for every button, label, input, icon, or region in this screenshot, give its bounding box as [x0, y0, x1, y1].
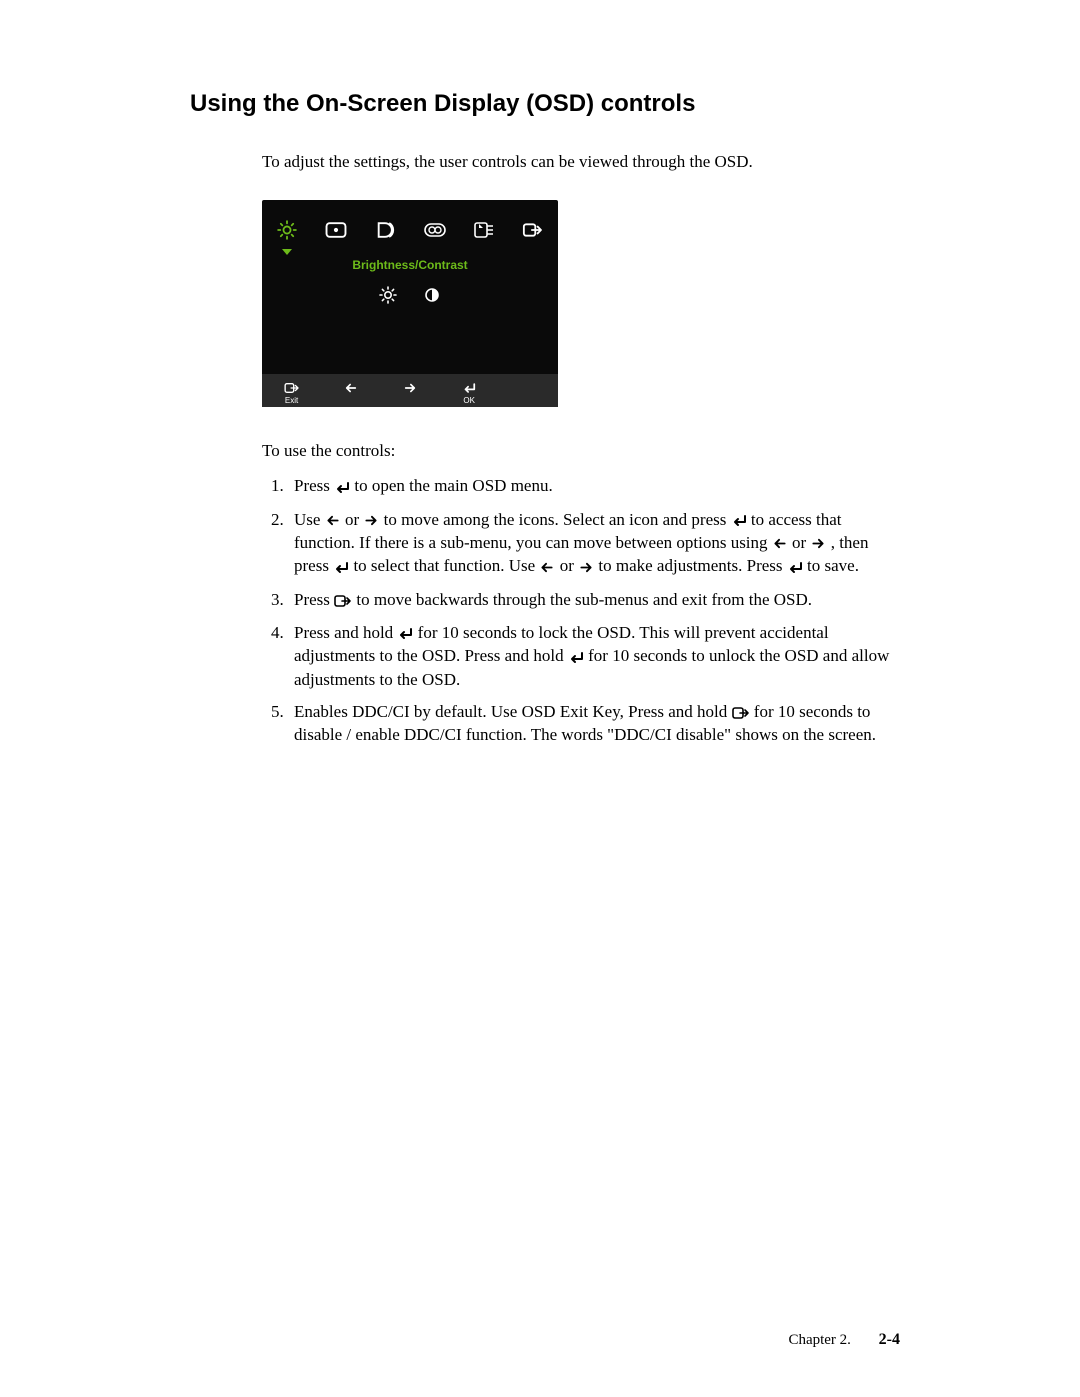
exit-icon — [284, 378, 300, 395]
osd-tab-brightness — [262, 208, 311, 252]
step-1: Press to open the main OSD menu. — [288, 475, 900, 498]
enter-icon — [568, 645, 584, 667]
osd-tab-image — [361, 208, 410, 252]
exit-icon — [334, 588, 352, 610]
enter-icon — [397, 622, 413, 644]
osd-bottom-right — [380, 378, 439, 405]
exit-icon — [732, 701, 750, 723]
brightness-icon — [379, 286, 397, 304]
controls-subhead: To use the controls: — [262, 441, 900, 461]
contrast-icon — [423, 286, 441, 304]
enter-icon — [333, 555, 349, 577]
osd-panel: Brightness/Contrast Exit OK — [262, 200, 558, 407]
section-title: Using the On-Screen Display (OSD) contro… — [190, 90, 900, 118]
osd-bottom-left — [321, 378, 380, 405]
right-arrow-icon — [810, 532, 826, 554]
left-arrow-icon — [325, 509, 341, 531]
exit-label: Exit — [262, 397, 321, 405]
left-arrow-icon — [344, 378, 358, 395]
enter-icon — [334, 475, 350, 497]
color-icon — [422, 220, 448, 240]
right-arrow-icon — [578, 555, 594, 577]
enter-icon — [462, 378, 476, 395]
osd-tab-exit — [509, 208, 558, 252]
exit-icon — [522, 221, 544, 239]
steps-list: Press to open the main OSD menu. Use or … — [262, 475, 900, 746]
step-3: Press to move backwards through the sub-… — [288, 589, 900, 612]
image-setup-icon — [374, 220, 396, 240]
left-arrow-icon — [539, 555, 555, 577]
sun-icon — [277, 220, 297, 240]
right-arrow-icon — [403, 378, 417, 395]
enter-icon — [731, 509, 747, 531]
position-icon — [324, 220, 348, 240]
osd-tab-color — [410, 208, 459, 252]
page-number: 2-4 — [879, 1331, 900, 1348]
ok-label: OK — [440, 397, 499, 405]
osd-tab-position — [311, 208, 360, 252]
osd-bottom-ok: OK — [440, 378, 499, 405]
left-arrow-icon — [772, 532, 788, 554]
step-5: Enables DDC/CI by default. Use OSD Exit … — [288, 701, 900, 747]
enter-icon — [787, 555, 803, 577]
options-icon — [472, 220, 496, 240]
step-4: Press and hold for 10 seconds to lock th… — [288, 622, 900, 691]
chapter-label: Chapter 2. — [788, 1332, 850, 1348]
intro-text: To adjust the settings, the user control… — [262, 152, 900, 172]
step-2: Use or to move among the icons. Select a… — [288, 509, 900, 579]
osd-tab-options — [459, 208, 508, 252]
right-arrow-icon — [363, 509, 379, 531]
page-footer: Chapter 2. 2-4 — [788, 1331, 900, 1349]
osd-label: Brightness/Contrast — [262, 252, 558, 280]
active-indicator-icon — [282, 249, 292, 255]
osd-bottom-exit: Exit — [262, 378, 321, 405]
